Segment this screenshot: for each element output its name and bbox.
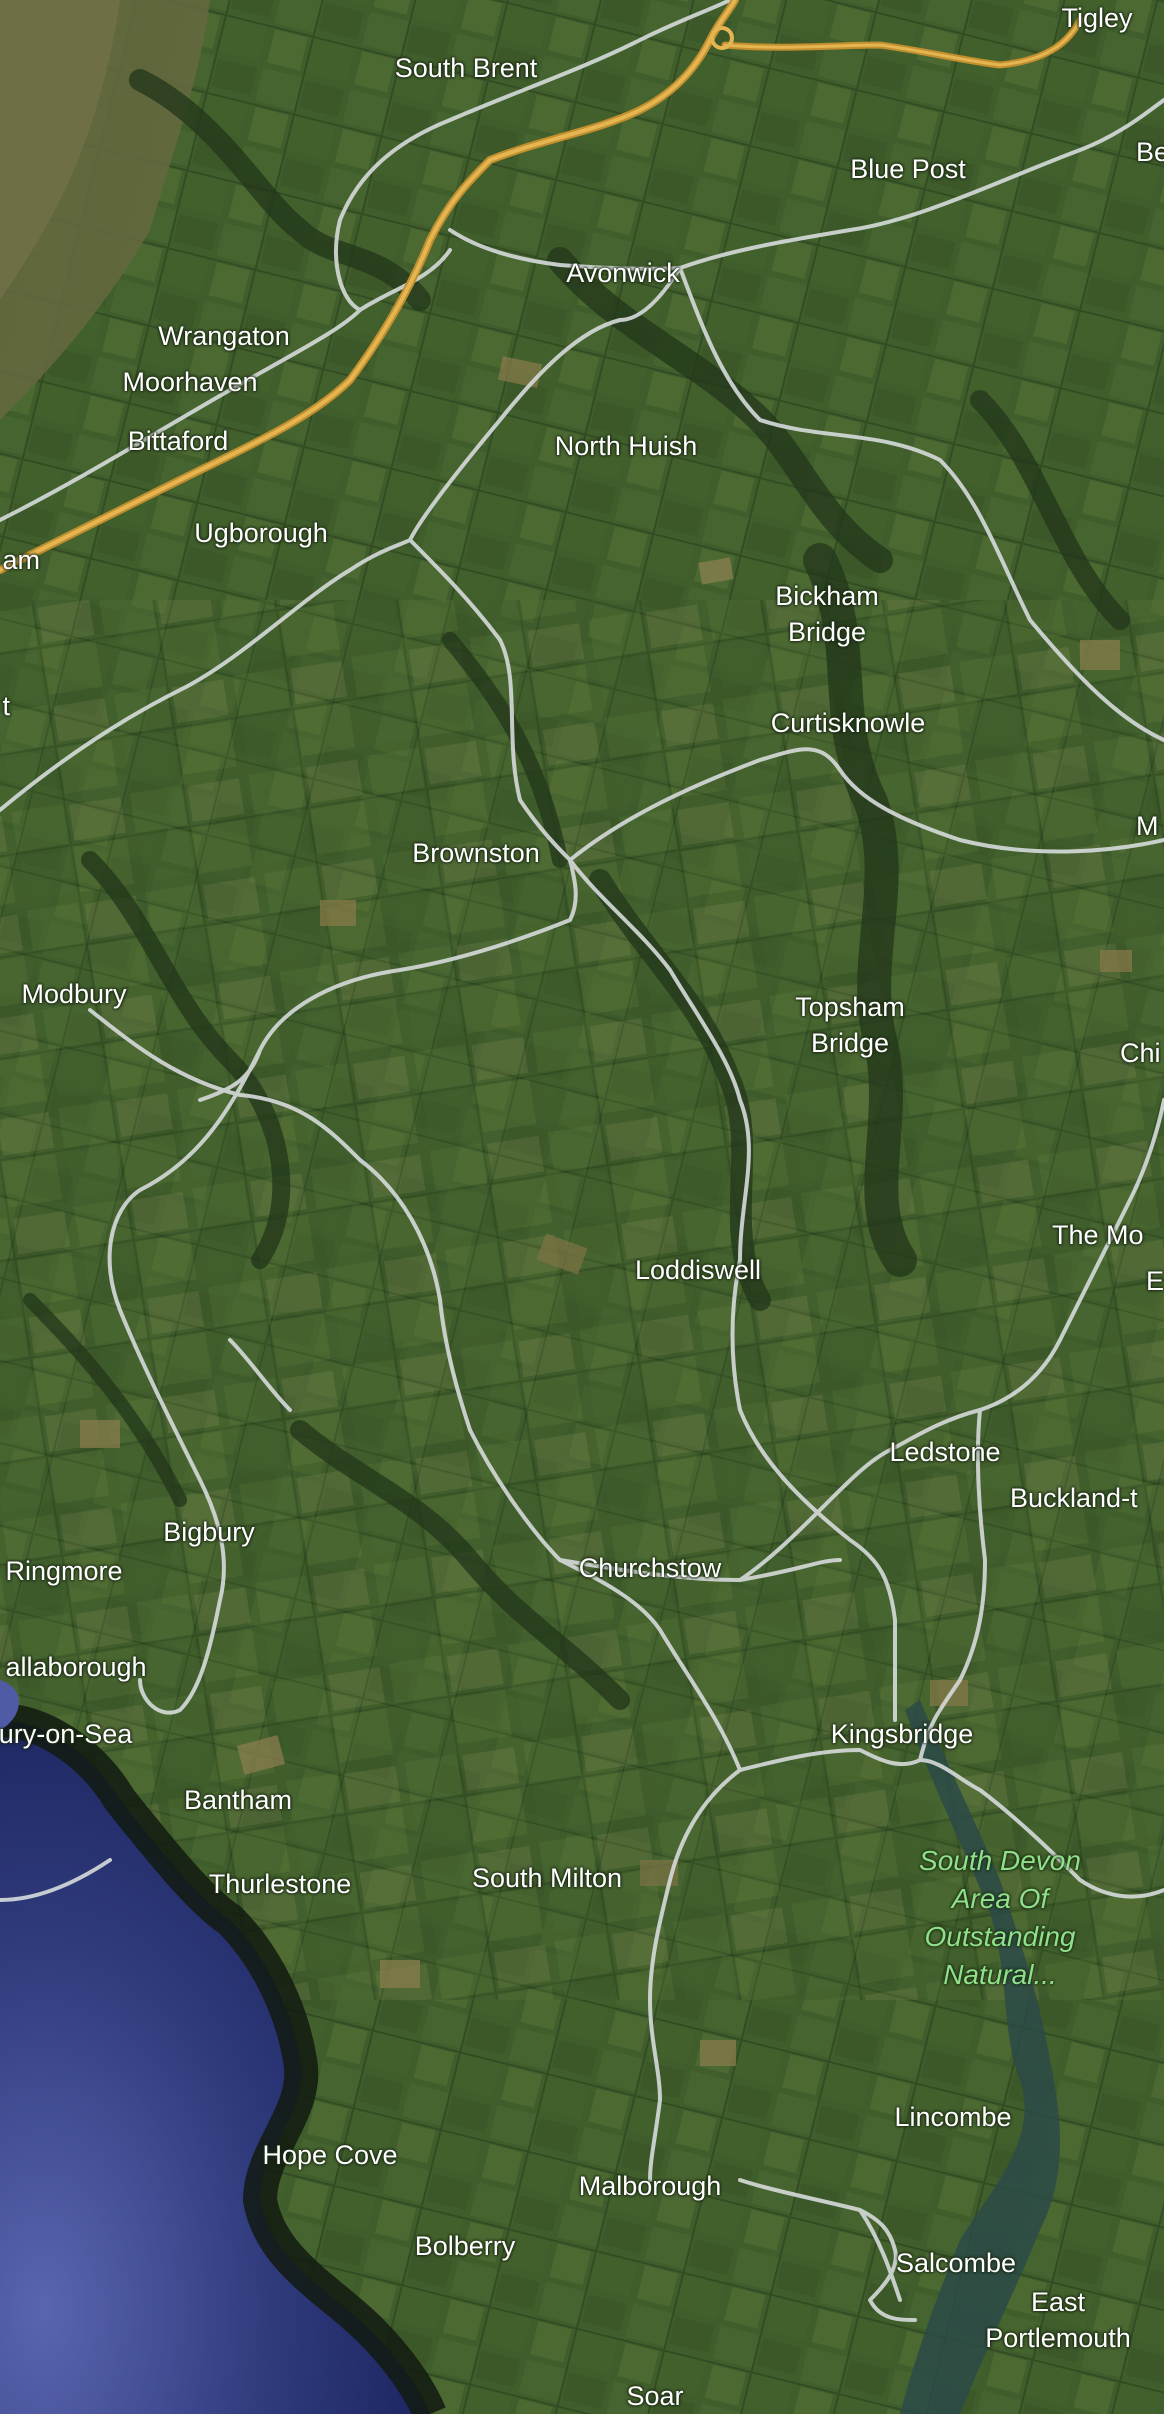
place-label-malborough[interactable]: Malborough <box>579 2168 722 2204</box>
place-label-the-mo[interactable]: The Mo <box>1052 1217 1144 1253</box>
place-label-challaborough[interactable]: allaborough <box>5 1649 146 1685</box>
place-label-bickham-bridge[interactable]: Bickham Bridge <box>775 578 879 650</box>
place-label-south-milton[interactable]: South Milton <box>472 1860 622 1896</box>
place-label-bickham-line2: Bridge <box>787 617 867 647</box>
place-label-loddiswell[interactable]: Loddiswell <box>635 1252 761 1288</box>
place-label-ringmore[interactable]: Ringmore <box>5 1553 122 1589</box>
place-label-bigbury[interactable]: Bigbury <box>163 1514 255 1550</box>
place-label-salcombe[interactable]: Salcombe <box>896 2245 1016 2281</box>
place-label-kingsbridge[interactable]: Kingsbridge <box>831 1716 974 1752</box>
place-label-topsham-bridge[interactable]: Topsham Bridge <box>795 989 905 1061</box>
place-label-brownston[interactable]: Brownston <box>412 835 540 871</box>
place-label-bittaford[interactable]: Bittaford <box>128 423 229 459</box>
place-label-moorhaven[interactable]: Moorhaven <box>122 364 257 400</box>
place-label-bantham[interactable]: Bantham <box>184 1782 292 1818</box>
place-label-thurlestone[interactable]: Thurlestone <box>209 1866 352 1902</box>
place-label-topsham-line1: Topsham <box>795 992 905 1022</box>
place-label-m[interactable]: M <box>1136 808 1159 844</box>
place-label-bickham-line1: Bickham <box>775 581 879 611</box>
place-label-bigbury-on-sea[interactable]: oury-on-Sea <box>0 1716 132 1752</box>
place-label-soar[interactable]: Soar <box>626 2378 683 2414</box>
place-label-t[interactable]: t <box>2 688 10 724</box>
place-label-aonb[interactable]: South Devon Area Of Outstanding Natural.… <box>919 1842 1081 1994</box>
place-label-chi[interactable]: Chi <box>1120 1035 1161 1071</box>
place-label-aonb-line1: South Devon <box>919 1845 1081 1876</box>
place-label-aonb-line4: Natural... <box>943 1959 1057 1990</box>
place-label-blue-post[interactable]: Blue Post <box>850 151 966 187</box>
place-label-tigley[interactable]: Tigley <box>1061 0 1132 36</box>
satellite-map[interactable]: Tigley South Brent Blue Post Be Avonwick… <box>0 0 1164 2414</box>
place-label-topsham-line2: Bridge <box>810 1028 890 1058</box>
place-label-be[interactable]: Be <box>1136 134 1164 170</box>
place-label-bolberry[interactable]: Bolberry <box>415 2228 516 2264</box>
place-label-e[interactable]: E <box>1146 1263 1164 1299</box>
place-label-ugborough[interactable]: Ugborough <box>194 515 328 551</box>
place-label-north-huish[interactable]: North Huish <box>555 428 698 464</box>
place-label-modbury[interactable]: Modbury <box>21 976 126 1012</box>
place-label-buckland[interactable]: Buckland-t <box>1010 1480 1138 1516</box>
place-label-churchstow[interactable]: Churchstow <box>579 1550 722 1586</box>
place-label-am[interactable]: am <box>2 542 40 578</box>
map-imagery[interactable] <box>0 0 1164 2414</box>
place-label-lincombe[interactable]: Lincombe <box>894 2099 1011 2135</box>
place-label-east-portlemouth-line2: Portlemouth <box>985 2323 1131 2353</box>
place-label-south-brent[interactable]: South Brent <box>395 50 538 86</box>
place-label-east-portlemouth[interactable]: East Portlemouth <box>985 2284 1131 2356</box>
place-label-wrangaton[interactable]: Wrangaton <box>158 318 290 354</box>
place-label-hope-cove[interactable]: Hope Cove <box>262 2137 397 2173</box>
place-label-aonb-line2: Area Of <box>951 1883 1049 1914</box>
place-label-ledstone[interactable]: Ledstone <box>889 1434 1000 1470</box>
place-label-aonb-line3: Outstanding <box>924 1921 1076 1952</box>
place-label-avonwick[interactable]: Avonwick <box>566 255 680 291</box>
place-label-curtisknowle[interactable]: Curtisknowle <box>771 705 926 741</box>
place-label-east-portlemouth-line1: East <box>1030 2287 1086 2317</box>
